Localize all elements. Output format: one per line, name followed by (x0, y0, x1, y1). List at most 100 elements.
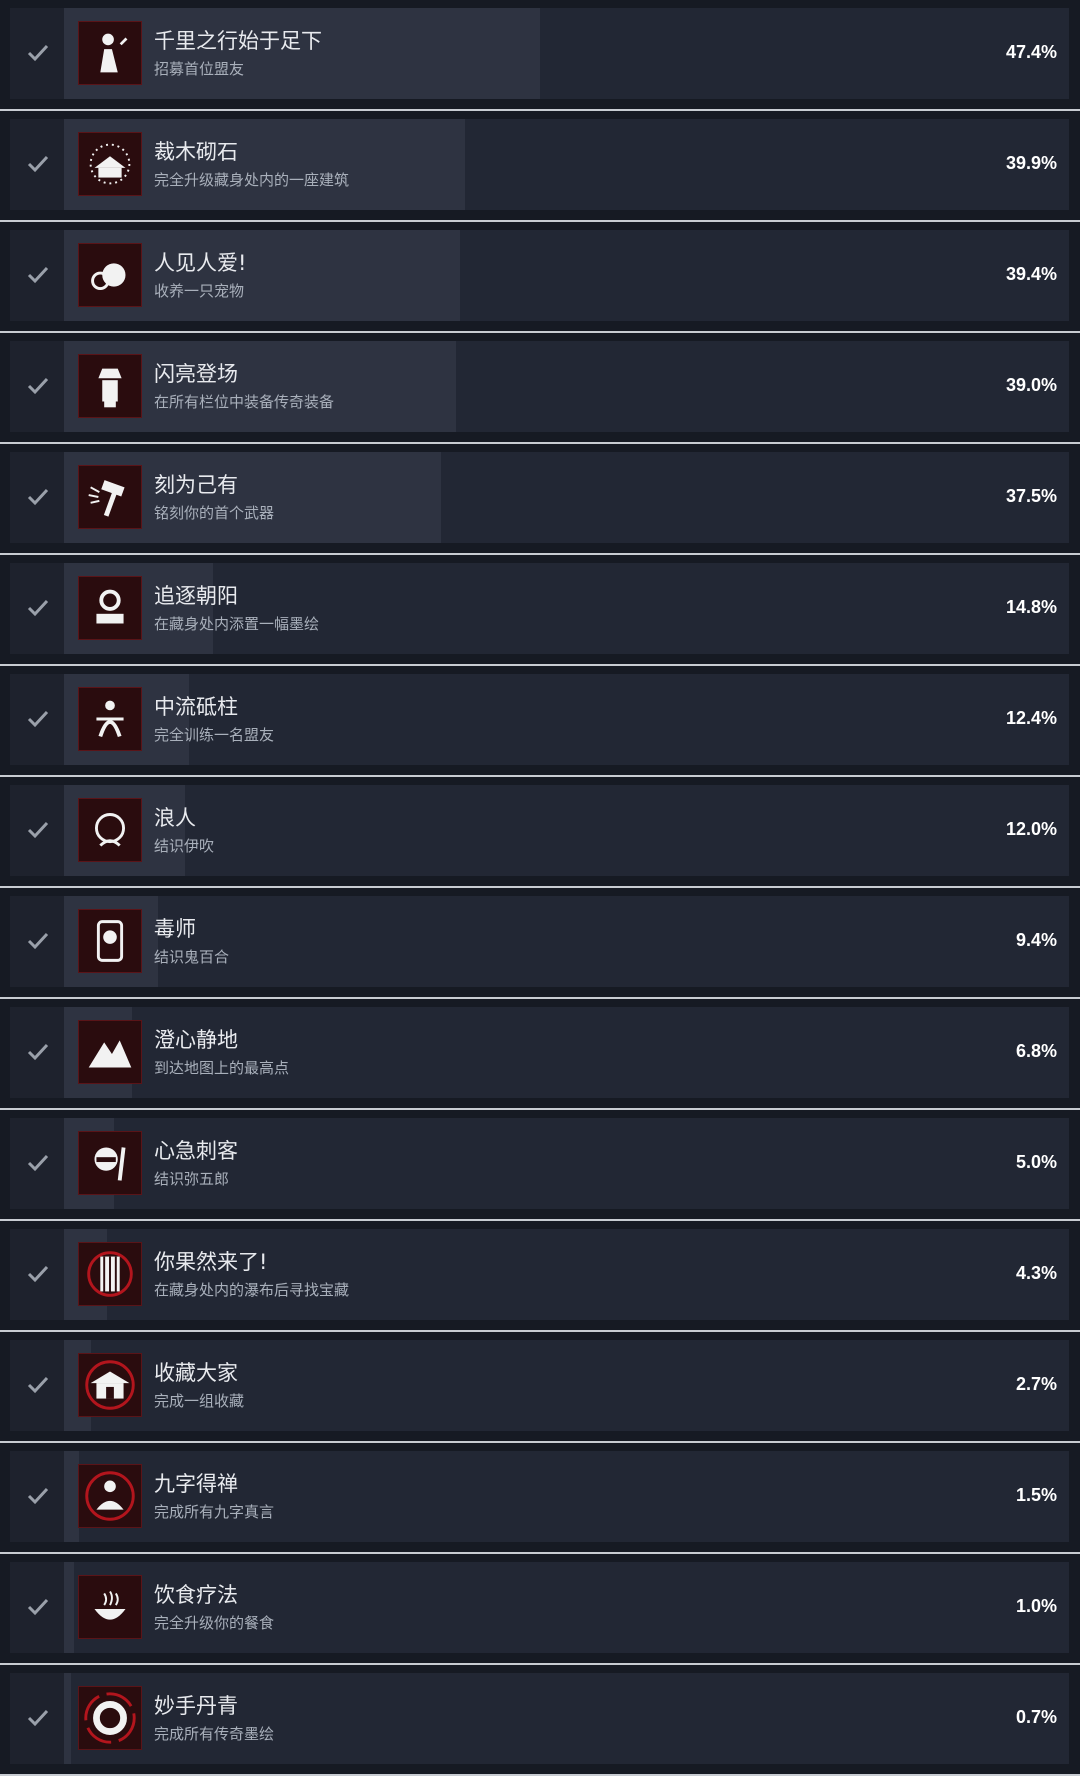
progress-track: 浪人结识伊吹 12.0% (64, 785, 1069, 876)
unlock-rate-bar (64, 1451, 79, 1542)
achievement-description: 收养一只宠物 (154, 282, 245, 300)
achievement-description: 在藏身处内添置一幅墨绘 (154, 615, 320, 633)
achievement-description: 结识鬼百合 (154, 948, 230, 966)
unlock-percentage: 4.3% (1015, 1263, 1057, 1283)
unlock-percentage: 1.5% (1015, 1485, 1057, 1505)
unlocked-check-icon (10, 341, 64, 432)
achievement-row[interactable]: 妙手丹青完成所有传奇墨绘 0.7% (0, 1665, 1080, 1776)
unlocked-check-icon (10, 1229, 64, 1320)
unlocked-check-icon (10, 785, 64, 876)
achievement-description: 完全升级你的餐食 (154, 1614, 275, 1632)
achievement-description: 在所有栏位中装备传奇装备 (154, 393, 335, 411)
progress-track: 收藏大家完成一组收藏 2.7% (64, 1340, 1069, 1431)
unlock-percentage: 9.4% (1015, 930, 1057, 950)
achievement-row[interactable]: 九字得禅完成所有九字真言 1.5% (0, 1443, 1080, 1554)
unlock-percentage: 47.4% (1005, 42, 1057, 62)
achievement-description: 完成所有九字真言 (154, 1503, 275, 1521)
unlocked-check-icon (10, 1118, 64, 1209)
progress-track: 妙手丹青完成所有传奇墨绘 0.7% (64, 1673, 1069, 1764)
achievement-title: 九字得禅 (154, 1472, 238, 1496)
achievement-title: 收藏大家 (154, 1361, 238, 1385)
achievement-row[interactable]: 闪亮登场在所有栏位中装备传奇装备 39.0% (0, 333, 1080, 444)
achievement-row[interactable]: 收藏大家完成一组收藏 2.7% (0, 1332, 1080, 1443)
achievement-row[interactable]: 人见人爱! 收养一只宠物 39.4% (0, 222, 1080, 333)
achievement-description: 到达地图上的最高点 (154, 1059, 290, 1077)
achievement-title: 饮食疗法 (154, 1583, 238, 1607)
unlock-percentage: 0.7% (1015, 1707, 1057, 1727)
painting-icon (78, 576, 142, 640)
progress-track: 饮食疗法完全升级你的餐食 1.0% (64, 1562, 1069, 1653)
achievement-title: 中流砥柱 (154, 695, 238, 719)
unlocked-check-icon (10, 563, 64, 654)
achievement-title: 刻为己有 (154, 473, 238, 497)
poisoner-portrait-icon (78, 909, 142, 973)
unlock-percentage: 2.7% (1015, 1374, 1057, 1394)
progress-track: 追逐朝阳在藏身处内添置一幅墨绘 14.8% (64, 563, 1069, 654)
unlock-percentage: 5.0% (1015, 1152, 1057, 1172)
unlocked-check-icon (10, 230, 64, 321)
unlocked-check-icon (10, 452, 64, 543)
unlocked-check-icon (10, 119, 64, 210)
achievement-row[interactable]: 饮食疗法完全升级你的餐食 1.0% (0, 1554, 1080, 1665)
unlock-percentage: 12.0% (1005, 819, 1057, 839)
unlock-percentage: 6.8% (1015, 1041, 1057, 1061)
unlock-percentage: 1.0% (1015, 1596, 1057, 1616)
achievement-row[interactable]: 心急刺客结识弥五郎 5.0% (0, 1110, 1080, 1221)
unlocked-check-icon (10, 1562, 64, 1653)
progress-track: 毒师结识鬼百合 9.4% (64, 896, 1069, 987)
achievement-title: 千里之行始于足下 (154, 29, 322, 53)
unlock-percentage: 14.8% (1005, 597, 1057, 617)
achievement-title: 心急刺客 (154, 1139, 238, 1163)
unlock-rate-bar (64, 1562, 74, 1653)
achievement-row[interactable]: 澄心静地 到达地图上的最高点 6.8% (0, 999, 1080, 1110)
achievement-title: 裁木砌石 (154, 140, 238, 164)
achievement-title: 你果然来了! (154, 1250, 268, 1274)
unlocked-check-icon (10, 1673, 64, 1764)
progress-track: 心急刺客结识弥五郎 5.0% (64, 1118, 1069, 1209)
unlock-percentage: 37.5% (1005, 486, 1057, 506)
achievement-title: 追逐朝阳 (154, 584, 238, 608)
progress-track: 闪亮登场在所有栏位中装备传奇装备 39.0% (64, 341, 1069, 432)
achievement-description: 铭刻你的首个武器 (154, 504, 275, 522)
achievement-title: 妙手丹青 (154, 1694, 238, 1718)
progress-track: 裁木砌石 完全升级藏身处内的一座建筑 39.9% (64, 119, 1069, 210)
unlocked-check-icon (10, 674, 64, 765)
achievement-row[interactable]: 刻为己有铭刻你的首个武器 37.5% (0, 444, 1080, 555)
samurai-armor-icon (78, 354, 142, 418)
achievement-row[interactable]: 毒师结识鬼百合 9.4% (0, 888, 1080, 999)
achievement-row[interactable]: 中流砥柱 完全训练一名盟友 12.4% (0, 666, 1080, 777)
food-bowl-icon (78, 1575, 142, 1639)
progress-track: 人见人爱! 收养一只宠物 39.4% (64, 230, 1069, 321)
achievement-description: 完成一组收藏 (154, 1392, 245, 1410)
shrine-icon (78, 1353, 142, 1417)
achievement-row[interactable]: 你果然来了! 在藏身处内的瀑布后寻找宝藏 4.3% (0, 1221, 1080, 1332)
meditation-icon (78, 1464, 142, 1528)
progress-track: 刻为己有铭刻你的首个武器 37.5% (64, 452, 1069, 543)
unlocked-check-icon (10, 1451, 64, 1542)
achievement-title: 浪人 (154, 806, 196, 830)
achievement-description: 结识伊吹 (154, 837, 215, 855)
progress-track: 千里之行始于足下招募首位盟友 47.4% (64, 8, 1069, 99)
recruit-figure-icon (78, 21, 142, 85)
unlock-percentage: 39.0% (1005, 375, 1057, 395)
achievement-row[interactable]: 千里之行始于足下招募首位盟友 47.4% (0, 0, 1080, 111)
achievement-description: 招募首位盟友 (154, 60, 245, 78)
achievement-row[interactable]: 裁木砌石 完全升级藏身处内的一座建筑 39.9% (0, 111, 1080, 222)
waterfall-icon (78, 1242, 142, 1306)
achievement-description: 完全升级藏身处内的一座建筑 (154, 171, 350, 189)
unlock-rate-bar (64, 1673, 71, 1764)
achievement-title: 人见人爱! (154, 251, 247, 275)
ronin-portrait-icon (78, 798, 142, 862)
achievement-description: 完成所有传奇墨绘 (154, 1725, 275, 1743)
training-icon (78, 687, 142, 751)
achievement-row[interactable]: 浪人结识伊吹 12.0% (0, 777, 1080, 888)
ink-circle-icon (78, 1686, 142, 1750)
achievement-title: 毒师 (154, 917, 196, 941)
achievement-row[interactable]: 追逐朝阳在藏身处内添置一幅墨绘 14.8% (0, 555, 1080, 666)
achievement-description: 结识弥五郎 (154, 1170, 230, 1188)
pet-icon (78, 243, 142, 307)
achievement-title: 闪亮登场 (154, 362, 238, 386)
progress-track: 你果然来了! 在藏身处内的瀑布后寻找宝藏 4.3% (64, 1229, 1069, 1320)
progress-track: 九字得禅完成所有九字真言 1.5% (64, 1451, 1069, 1542)
unlocked-check-icon (10, 1007, 64, 1098)
